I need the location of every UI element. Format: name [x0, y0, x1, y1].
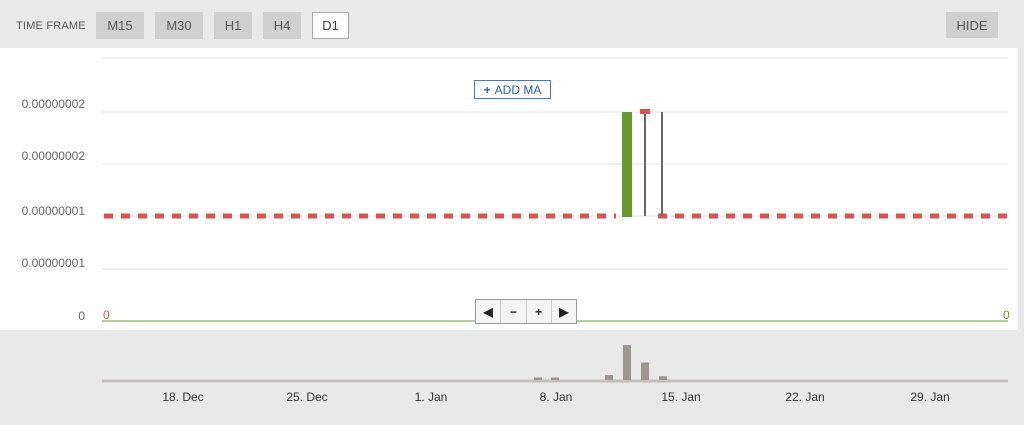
zoom-out-button[interactable]: −: [501, 300, 527, 323]
x-tick-label: 1. Jan: [415, 390, 448, 404]
add-ma-button[interactable]: + ADD MA: [474, 80, 551, 99]
y-tick-label: 0.00000002: [22, 149, 86, 163]
volume-bar: [534, 377, 542, 380]
volume-bar: [551, 377, 559, 380]
volume-bar: [623, 345, 631, 380]
plus-icon: +: [483, 82, 491, 97]
candle-bar: [640, 109, 650, 114]
x-tick-label: 22. Jan: [785, 390, 824, 404]
y-tick-label: 0: [78, 309, 85, 323]
volume-bar: [641, 362, 649, 380]
volume-bar: [659, 376, 667, 380]
x-tick-label: 8. Jan: [540, 390, 573, 404]
volume-bar: [605, 375, 613, 380]
zoom-in-button[interactable]: +: [527, 300, 552, 323]
y-tick-label: 0.00000001: [22, 256, 86, 270]
y-tick-label: 0.00000002: [22, 97, 86, 111]
x-tick-label: 18. Dec: [162, 390, 203, 404]
y-tick-label: 0.00000001: [22, 204, 86, 218]
zero-label-left: 0: [103, 308, 110, 322]
zoom-controls: ◀ − + ▶: [475, 299, 577, 324]
chart-widget: TIME FRAME M15 M30 H1 H4 D1 HIDE 0.00000…: [0, 0, 1024, 425]
x-tick-label: 25. Dec: [286, 390, 327, 404]
pan-right-button[interactable]: ▶: [552, 300, 576, 323]
add-ma-label: ADD MA: [494, 82, 542, 97]
zero-label-right: 0: [1003, 308, 1010, 322]
x-tick-label: 15. Jan: [661, 390, 700, 404]
candlestick-chart: 0.00000002 0.00000002 0.00000001 0.00000001…: [22, 57, 1010, 404]
candle-bar: [622, 112, 632, 217]
x-tick-label: 29. Jan: [910, 390, 949, 404]
pan-left-button[interactable]: ◀: [476, 300, 502, 323]
